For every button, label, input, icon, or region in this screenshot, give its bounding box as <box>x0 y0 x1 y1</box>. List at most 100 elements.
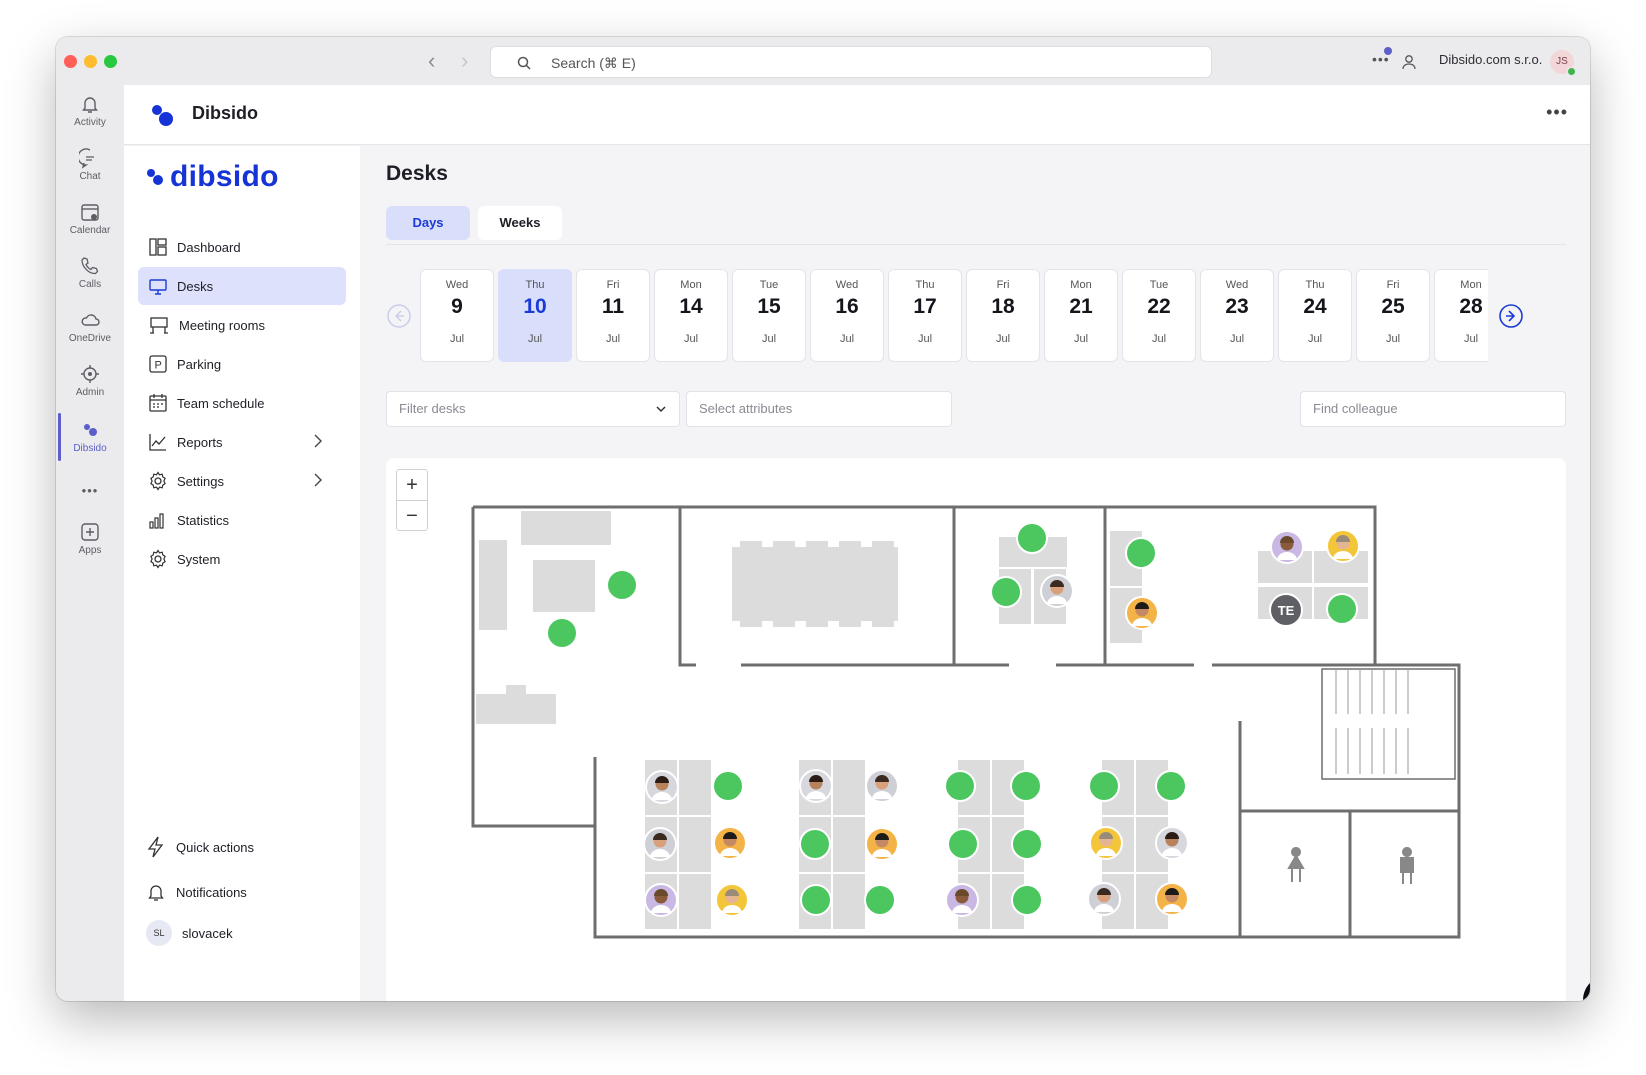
date-card[interactable]: Mon 14 Jul <box>654 269 728 362</box>
tab-weeks[interactable]: Weeks <box>478 206 562 240</box>
sidebar-item-desks[interactable]: Desks <box>138 267 346 305</box>
rail-item-admin[interactable]: Admin <box>56 363 124 398</box>
occupied-desk-avatar[interactable] <box>865 769 899 803</box>
date-card[interactable]: Fri 25 Jul <box>1356 269 1430 362</box>
occupied-desk-avatar[interactable] <box>645 770 679 804</box>
date-card[interactable]: Thu 17 Jul <box>888 269 962 362</box>
rail-item-chat[interactable]: Chat <box>56 147 124 182</box>
occupied-desk-avatar[interactable] <box>865 827 899 861</box>
bell-icon <box>82 97 98 113</box>
free-desk-marker[interactable] <box>1125 537 1157 569</box>
date-card[interactable]: Fri 11 Jul <box>576 269 650 362</box>
date-card[interactable]: Thu 24 Jul <box>1278 269 1352 362</box>
date-card[interactable]: Fri 18 Jul <box>966 269 1040 362</box>
furniture <box>1314 587 1368 619</box>
sidebar-item-system[interactable]: System <box>138 540 346 578</box>
date-card[interactable]: Wed 9 Jul <box>420 269 494 362</box>
rail-item-onedrive[interactable]: OneDrive <box>56 309 124 344</box>
find-colleague-input[interactable]: Find colleague <box>1300 391 1566 427</box>
close-window-button[interactable] <box>64 55 77 68</box>
forward-arrow-icon[interactable]: › <box>461 50 468 72</box>
zoom-out-button[interactable]: − <box>397 501 427 531</box>
occupied-desk-avatar[interactable] <box>799 769 833 803</box>
free-desk-marker[interactable] <box>990 576 1022 608</box>
zoom-in-button[interactable]: + <box>397 470 427 500</box>
chat-support-button[interactable] <box>1583 976 1590 1001</box>
sidebar-item-dashboard[interactable]: Dashboard <box>138 228 346 266</box>
occupied-desk-avatar[interactable] <box>1155 826 1189 860</box>
date-card[interactable]: Tue 22 Jul <box>1122 269 1196 362</box>
free-desk-marker[interactable] <box>606 569 638 601</box>
next-dates-icon[interactable] <box>1498 303 1524 329</box>
minimize-window-button[interactable] <box>84 55 97 68</box>
free-desk-marker[interactable] <box>1155 770 1187 802</box>
date-card[interactable]: Thu 10 Jul <box>498 269 572 362</box>
free-desk-marker[interactable] <box>800 884 832 916</box>
occupied-desk-initials[interactable] <box>1269 593 1303 627</box>
women-restroom-icon <box>1287 847 1305 882</box>
sidebar-item-meeting-rooms[interactable]: Meeting rooms <box>138 306 346 344</box>
rail-more-icon[interactable]: ••• <box>56 483 124 498</box>
free-desk-marker[interactable] <box>1010 770 1042 802</box>
occupied-desk-avatar[interactable] <box>715 883 749 917</box>
free-desk-marker[interactable] <box>1011 828 1043 860</box>
free-desk-marker[interactable] <box>1088 770 1120 802</box>
occupied-desk-avatar[interactable] <box>1155 882 1189 916</box>
free-desk-marker[interactable] <box>1011 884 1043 916</box>
free-desk-marker[interactable] <box>712 770 744 802</box>
free-desk-marker[interactable] <box>944 770 976 802</box>
quick-actions-button[interactable]: Quick actions <box>146 836 254 858</box>
occupied-desk-avatar[interactable] <box>643 827 677 861</box>
date-card[interactable]: Wed 23 Jul <box>1200 269 1274 362</box>
free-desk-marker[interactable] <box>864 884 896 916</box>
occupied-desk-avatar[interactable] <box>1326 529 1360 563</box>
date-card[interactable]: Mon 21 Jul <box>1044 269 1118 362</box>
user-profile-button[interactable]: SL slovacek <box>146 920 233 946</box>
occupied-desk-avatar[interactable] <box>1270 530 1304 564</box>
occupied-desk-avatar[interactable] <box>1040 574 1074 608</box>
tab-days[interactable]: Days <box>386 206 470 240</box>
free-desk-marker[interactable] <box>1016 522 1048 554</box>
notifications-button[interactable]: Notifications <box>146 882 247 902</box>
date-card[interactable]: Tue 15 Jul <box>732 269 806 362</box>
avatar-hair <box>1165 888 1179 895</box>
occupied-desk-avatar[interactable] <box>1087 882 1121 916</box>
header-more-icon[interactable]: ••• <box>1546 102 1568 123</box>
occupied-desk-avatar[interactable] <box>713 826 747 860</box>
free-desk-marker[interactable] <box>1326 593 1358 625</box>
previous-dates-icon[interactable] <box>386 303 412 329</box>
free-desk-marker[interactable] <box>799 828 831 860</box>
sidebar-item-settings[interactable]: Settings <box>138 462 346 500</box>
rail-item-activity[interactable]: Activity <box>56 93 124 128</box>
free-desk-marker[interactable] <box>546 617 578 649</box>
people-icon[interactable] <box>1400 53 1418 71</box>
occupied-desk-avatar[interactable] <box>945 883 979 917</box>
floor-map[interactable]: + − TE <box>386 458 1566 1001</box>
organization-name[interactable]: Dibsido.com s.r.o. <box>1439 52 1542 67</box>
rail-item-label: Activity <box>74 117 106 128</box>
free-desk-marker[interactable] <box>947 828 979 860</box>
avatar-hair <box>654 889 668 896</box>
occupied-desk-avatar[interactable] <box>1089 826 1123 860</box>
date-card[interactable]: Mon 28 Jul <box>1434 269 1488 362</box>
rail-item-dibsido[interactable]: Dibsido <box>56 419 124 454</box>
rail-item-apps[interactable]: Apps <box>56 521 124 556</box>
rail-item-calls[interactable]: Calls <box>56 255 124 290</box>
brand-logo: dibsido <box>146 160 279 194</box>
date-card[interactable]: Wed 16 Jul <box>810 269 884 362</box>
select-attributes-input[interactable]: Select attributes <box>686 391 952 427</box>
rail-item-calendar[interactable]: Calendar <box>56 201 124 236</box>
sidebar-item-team-schedule[interactable]: Team schedule <box>138 384 346 422</box>
date-day: 25 <box>1381 295 1405 318</box>
user-avatar[interactable]: JS <box>1550 50 1576 76</box>
search-input[interactable]: Search (⌘ E) <box>490 46 1212 78</box>
maximize-window-button[interactable] <box>104 55 117 68</box>
occupied-desk-avatar[interactable] <box>644 883 678 917</box>
back-arrow-icon[interactable]: ‹ <box>428 50 435 72</box>
sidebar-item-parking[interactable]: P Parking <box>138 345 346 383</box>
filter-desks-select[interactable]: Filter desks <box>386 391 680 427</box>
occupied-desk-avatar[interactable] <box>1125 596 1159 630</box>
furniture <box>1110 531 1142 586</box>
sidebar-item-reports[interactable]: Reports <box>138 423 346 461</box>
sidebar-item-statistics[interactable]: Statistics <box>138 501 346 539</box>
